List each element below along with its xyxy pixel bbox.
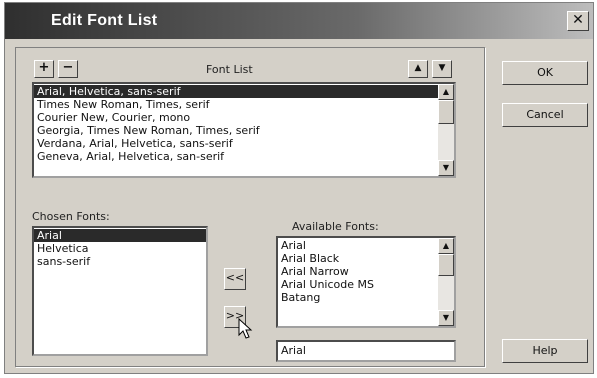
available-scroll-down-button[interactable]: ▼ bbox=[438, 310, 454, 326]
chosen-fonts-label: Chosen Fonts: bbox=[32, 210, 110, 223]
remove-font-button[interactable]: − bbox=[58, 60, 78, 78]
chosen-font-item[interactable]: Arial bbox=[34, 229, 206, 242]
available-scroll-thumb[interactable] bbox=[438, 254, 454, 276]
available-fonts-items: Arial Arial Black Arial Narrow Arial Unicod… bbox=[278, 238, 454, 304]
scroll-up-icon: ▲ bbox=[442, 87, 450, 96]
scroll-down-icon: ▼ bbox=[442, 163, 450, 172]
font-list-listbox[interactable]: Arial, Helvetica, sans-serif Times New Ro… bbox=[32, 82, 456, 178]
available-fonts-listbox[interactable]: Arial Arial Black Arial Narrow Arial Unicod… bbox=[276, 236, 456, 328]
font-list-item[interactable]: Verdana, Arial, Helvetica, sans-serif bbox=[34, 137, 454, 150]
font-editor-panel: + − Font List ▲ ▼ Arial, Helvetica, sans… bbox=[15, 47, 485, 367]
move-up-button[interactable]: ▲ bbox=[408, 60, 428, 78]
window-title: Edit Font List bbox=[51, 12, 158, 29]
scroll-thumb[interactable] bbox=[438, 100, 454, 124]
font-list-scrollbar[interactable]: ▲ ▼ bbox=[438, 84, 454, 176]
available-font-item[interactable]: Arial Narrow bbox=[278, 265, 454, 278]
chosen-font-item[interactable]: sans-serif bbox=[34, 255, 206, 268]
available-font-item[interactable]: Arial Black bbox=[278, 252, 454, 265]
scroll-down-button[interactable]: ▼ bbox=[438, 160, 454, 176]
available-fonts-scrollbar[interactable]: ▲ ▼ bbox=[438, 238, 454, 326]
font-list-item[interactable]: Georgia, Times New Roman, Times, serif bbox=[34, 124, 454, 137]
font-list-item[interactable]: Times New Roman, Times, serif bbox=[34, 98, 454, 111]
font-list-label: Font List bbox=[206, 63, 253, 76]
help-label: Help bbox=[532, 344, 558, 357]
font-list-items: Arial, Helvetica, sans-serif Times New Ro… bbox=[34, 84, 454, 163]
scroll-down-icon: ▼ bbox=[442, 313, 450, 322]
font-list-item[interactable]: Geneva, Arial, Helvetica, san-serif bbox=[34, 150, 454, 163]
add-to-chosen-button[interactable]: << bbox=[224, 268, 246, 290]
scroll-up-icon: ▲ bbox=[442, 241, 450, 250]
available-fonts-label: Available Fonts: bbox=[292, 220, 379, 233]
font-list-item[interactable]: Courier New, Courier, mono bbox=[34, 111, 454, 124]
mouse-cursor-icon bbox=[238, 318, 253, 339]
available-font-item[interactable]: Batang bbox=[278, 291, 454, 304]
add-font-button[interactable]: + bbox=[34, 60, 54, 78]
available-scroll-up-button[interactable]: ▲ bbox=[438, 238, 454, 254]
move-down-button[interactable]: ▼ bbox=[432, 60, 452, 78]
chosen-fonts-listbox[interactable]: Arial Helvetica sans-serif bbox=[32, 226, 208, 356]
available-font-item[interactable]: Arial Unicode MS bbox=[278, 278, 454, 291]
available-font-item[interactable]: Arial bbox=[278, 239, 454, 252]
scroll-up-button[interactable]: ▲ bbox=[438, 84, 454, 100]
font-list-item[interactable]: Arial, Helvetica, sans-serif bbox=[34, 85, 454, 98]
chosen-font-item[interactable]: Helvetica bbox=[34, 242, 206, 255]
arrow-up-icon: ▲ bbox=[414, 63, 422, 73]
title-bar[interactable]: Edit Font List ✕ bbox=[5, 3, 593, 39]
edit-font-list-dialog: Edit Font List ✕ + − Font List ▲ ▼ Arial… bbox=[4, 2, 594, 374]
ok-button[interactable]: OK bbox=[502, 61, 588, 85]
cancel-button[interactable]: Cancel bbox=[502, 103, 588, 127]
arrow-down-icon: ▼ bbox=[438, 63, 446, 73]
font-name-input[interactable]: Arial bbox=[276, 340, 456, 362]
chosen-fonts-items: Arial Helvetica sans-serif bbox=[34, 228, 206, 268]
close-button[interactable]: ✕ bbox=[567, 11, 589, 31]
help-button[interactable]: Help bbox=[502, 339, 588, 363]
close-icon: ✕ bbox=[572, 12, 584, 28]
